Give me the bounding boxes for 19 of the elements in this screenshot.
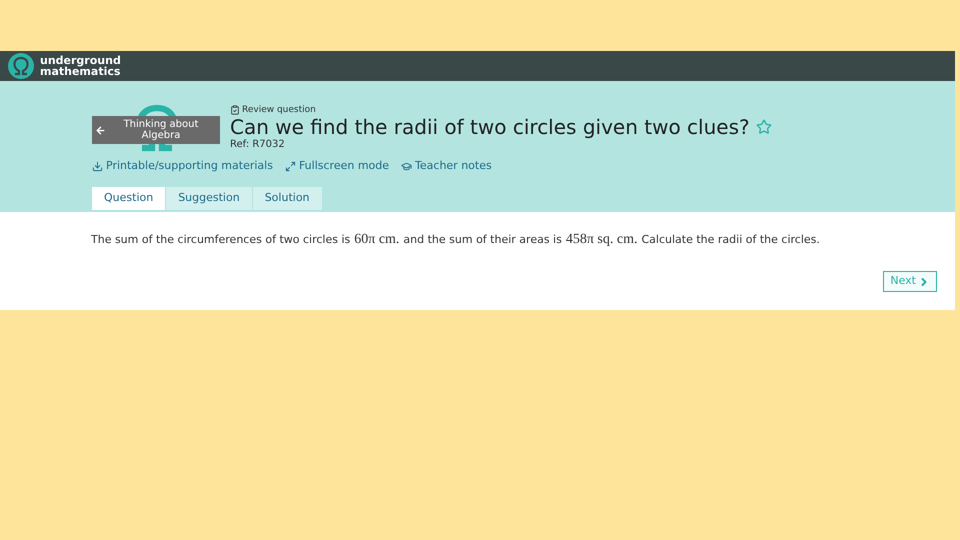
back-link[interactable]: Thinking about Algebra xyxy=(92,116,220,144)
page-title: Can we find the radii of two circles given two clues? xyxy=(230,115,750,139)
star-icon[interactable] xyxy=(756,119,772,135)
resource-type: Review question xyxy=(242,105,316,115)
back-arrow-icon xyxy=(95,124,106,136)
resource-link[interactable]: Teacher notes xyxy=(401,158,492,174)
expand-icon xyxy=(284,160,296,172)
question-text: The sum of the circumferences of two circles is 60π cm. and the sum of their areas is 458π sq. cm. Calculate the radii of the circles. xyxy=(91,231,821,249)
reference-number: Ref: R7032 xyxy=(230,139,286,151)
graduation-cap-icon xyxy=(401,160,412,172)
tab[interactable]: Question xyxy=(92,186,166,210)
resource-link[interactable]: Printable/supporting materials xyxy=(92,158,273,174)
tab[interactable]: Suggestion xyxy=(166,186,252,210)
logo-text: mathematics xyxy=(40,66,121,77)
resource-link[interactable]: Fullscreen mode xyxy=(284,158,390,174)
download-icon xyxy=(92,160,103,172)
logo-text: underground xyxy=(40,55,121,66)
tab[interactable]: Solution xyxy=(252,186,322,210)
clipboard-check-icon xyxy=(230,105,240,115)
